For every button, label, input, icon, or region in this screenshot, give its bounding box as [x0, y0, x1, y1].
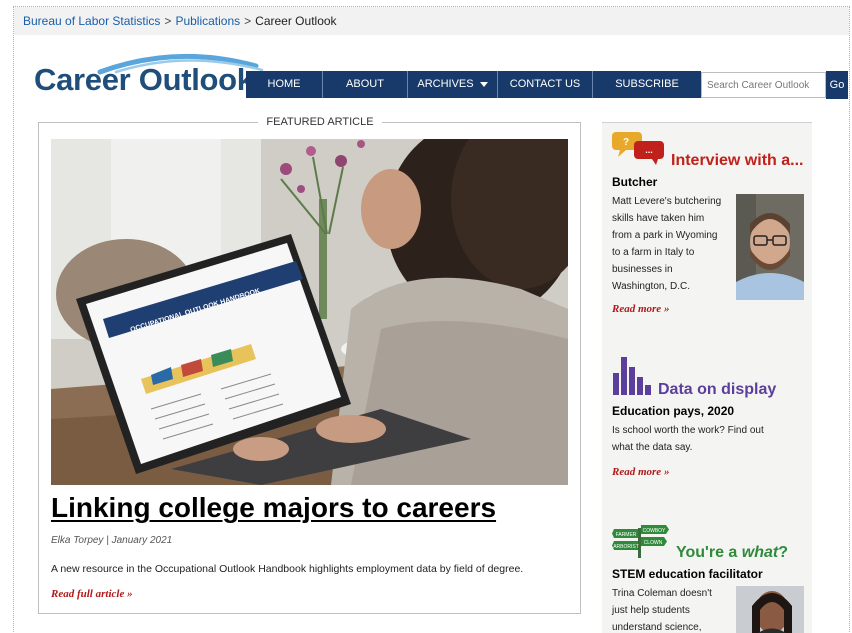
- search-go-button[interactable]: Go: [826, 71, 848, 99]
- stem-facilitator-portrait: [736, 586, 804, 633]
- youre-a-heading-suffix: ?: [778, 544, 788, 561]
- data-display-subheading[interactable]: Education pays, 2020: [612, 404, 734, 418]
- nav-about[interactable]: ABOUT: [323, 71, 408, 98]
- data-display-text-line: what the data say.: [612, 442, 693, 453]
- butcher-portrait: [736, 194, 804, 300]
- interview-text-line: to a farm in Italy to: [612, 247, 695, 258]
- youre-a-heading-em: what: [741, 544, 779, 561]
- sign-text-cowboy: COWBOY: [643, 528, 666, 534]
- breadcrumb-separator: >: [244, 14, 252, 28]
- search-input[interactable]: [701, 72, 826, 98]
- nav-subscribe[interactable]: SUBSCRIBE: [593, 71, 701, 98]
- youre-a-text-line: just help students: [612, 605, 690, 616]
- interview-text-line: businesses in: [612, 264, 673, 275]
- youre-a-subheading[interactable]: STEM education facilitator: [612, 567, 763, 581]
- featured-article-title[interactable]: Linking college majors to careers: [51, 492, 496, 524]
- nav-archives-label: ARCHIVES: [417, 78, 474, 90]
- breadcrumb-separator: >: [164, 14, 172, 28]
- woman-laptop-illustration: OCCUPATIONAL OUTLOOK HANDBOOK: [51, 139, 568, 485]
- sign-text-arborist: ARBORIST: [613, 544, 639, 550]
- youre-a-text-line: Trina Coleman doesn't: [612, 588, 712, 599]
- main-nav: HOME ABOUT ARCHIVES CONTACT US SUBSCRIBE: [246, 71, 701, 98]
- breadcrumb: Bureau of Labor Statistics > Publications >…: [14, 7, 849, 35]
- youre-a-what-heading: You're a what?: [676, 544, 788, 562]
- data-display-text: Is school worth the work? Find out what …: [612, 422, 802, 456]
- interview-subheading[interactable]: Butcher: [612, 175, 657, 189]
- interview-text-line: Matt Levere's butchering: [612, 196, 722, 207]
- sign-text-farmer: FARMER: [616, 532, 637, 538]
- data-display-text-line: Is school worth the work? Find out: [612, 425, 764, 436]
- interview-text: Matt Levere's butchering skills have tak…: [612, 193, 736, 295]
- read-full-article-link[interactable]: Read full article »: [51, 588, 133, 600]
- nav-archives[interactable]: ARCHIVES: [408, 71, 498, 98]
- sign-text-clown: CLOWN: [644, 540, 663, 546]
- interview-text-line: skills have taken him: [612, 213, 705, 224]
- data-display-heading: Data on display: [658, 381, 777, 398]
- breadcrumb-link-bls[interactable]: Bureau of Labor Statistics: [23, 14, 160, 28]
- nav-home[interactable]: HOME: [246, 71, 323, 98]
- bubble-text-ellipsis: ...: [645, 145, 653, 155]
- stem-facilitator-photo[interactable]: [736, 586, 804, 633]
- breadcrumb-current: Career Outlook: [255, 14, 337, 28]
- interview-text-line: Washington, D.C.: [612, 281, 690, 292]
- nav-contact-us[interactable]: CONTACT US: [498, 71, 593, 98]
- breadcrumb-link-publications[interactable]: Publications: [175, 14, 240, 28]
- data-display-read-more-link[interactable]: Read more »: [612, 466, 669, 478]
- youre-a-text-line: understand science,: [612, 622, 702, 633]
- chevron-down-icon: [479, 81, 488, 87]
- youre-a-heading-prefix: You're a: [676, 544, 742, 561]
- youre-a-text: Trina Coleman doesn't just help students…: [612, 585, 736, 633]
- bar-chart-icon: [613, 357, 651, 395]
- interview-read-more-link[interactable]: Read more »: [612, 303, 669, 315]
- bubble-text-question: ?: [623, 137, 629, 148]
- speech-bubbles-icon: ? ...: [612, 132, 664, 165]
- career-outlook-logo[interactable]: Career Outlook: [34, 48, 264, 100]
- featured-article-byline: Elka Torpey | January 2021: [51, 535, 173, 546]
- butcher-photo[interactable]: [736, 194, 804, 300]
- featured-article-label: FEATURED ARTICLE: [258, 114, 382, 130]
- interview-text-line: from a park in Wyoming: [612, 230, 718, 241]
- logo-text: Career Outlook: [34, 62, 254, 97]
- signpost-icon: FARMER COWBOY ARBORIST CLOWN: [612, 525, 669, 558]
- interview-heading: Interview with a...: [671, 152, 804, 169]
- featured-article-image[interactable]: OCCUPATIONAL OUTLOOK HANDBOOK: [51, 139, 568, 485]
- featured-article-summary: A new resource in the Occupational Outlo…: [51, 563, 524, 575]
